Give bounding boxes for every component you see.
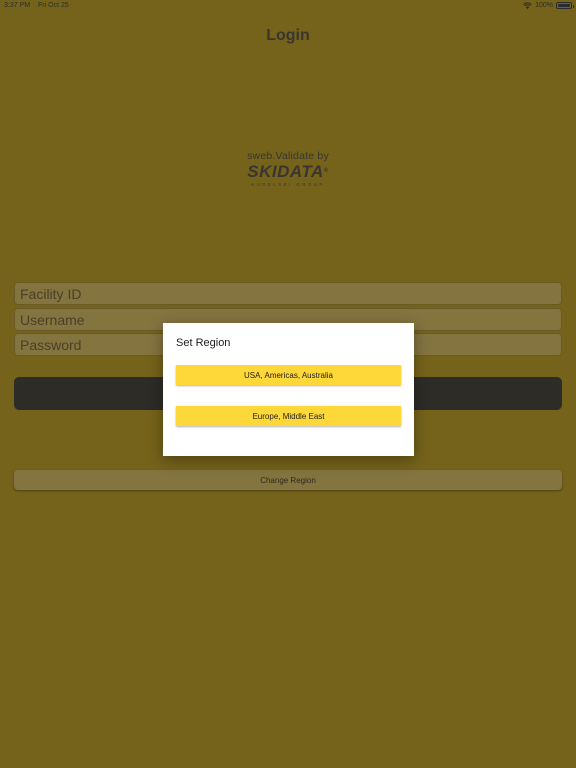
- logo-subtext: KUDELSKI GROUP: [251, 182, 325, 187]
- status-date: Fri Oct 25: [38, 2, 69, 9]
- change-region-button[interactable]: Change Region: [14, 470, 562, 490]
- region-option-americas[interactable]: USA, Americas, Australia: [176, 365, 401, 385]
- region-option-europe[interactable]: Europe, Middle East: [176, 406, 401, 426]
- logo-text: SKIDATA: [247, 162, 324, 181]
- wifi-icon: [523, 2, 533, 9]
- status-bar: 3:37 PM Fri Oct 25 100%: [0, 0, 576, 12]
- logo-mark: ®: [323, 168, 329, 174]
- battery-icon: [556, 2, 574, 9]
- battery-percent: 100%: [535, 2, 553, 9]
- facility-id-input[interactable]: [20, 285, 556, 302]
- brand-logo-block: sweb.Validate by SKIDATA® KUDELSKI GROUP: [0, 150, 576, 187]
- skidata-logo: SKIDATA®: [247, 163, 328, 180]
- brand-tagline: sweb.Validate by: [247, 150, 329, 162]
- status-right: 100%: [523, 2, 574, 9]
- set-region-dialog: Set Region USA, Americas, Australia Euro…: [163, 323, 414, 456]
- page-title: Login: [266, 27, 310, 44]
- dialog-title: Set Region: [176, 337, 231, 349]
- status-time: 3:37 PM: [4, 2, 31, 9]
- status-left: 3:37 PM Fri Oct 25: [4, 2, 75, 9]
- facility-id-field[interactable]: [14, 282, 562, 305]
